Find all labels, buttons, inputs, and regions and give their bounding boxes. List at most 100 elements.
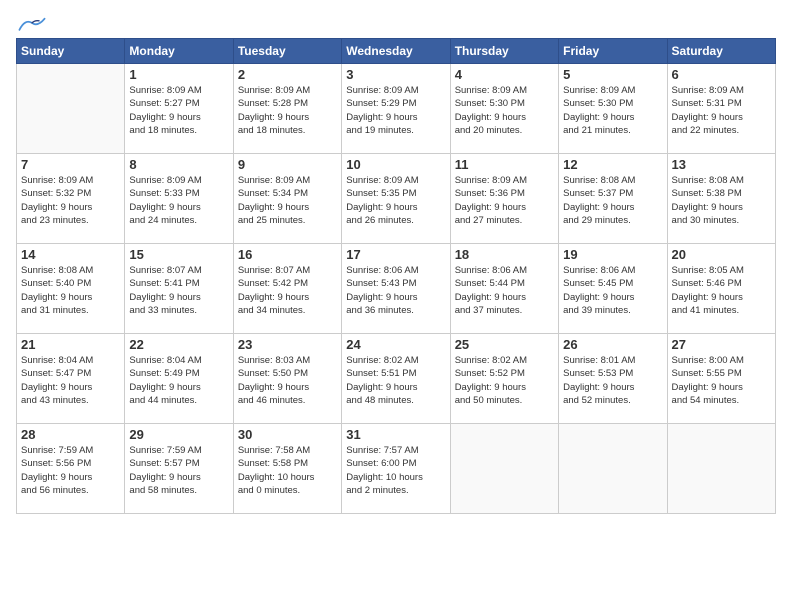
day-info: Sunrise: 8:08 AM Sunset: 5:38 PM Dayligh… xyxy=(672,174,771,227)
calendar-week-3: 14 Sunrise: 8:08 AM Sunset: 5:40 PM Dayli… xyxy=(17,244,776,334)
calendar-cell: 8Sunrise: 8:09 AM Sunset: 5:33 PM Daylig… xyxy=(125,154,233,244)
calendar-cell: 20 Sunrise: 8:05 AM Sunset: 5:46 PM Dayli… xyxy=(667,244,775,334)
calendar-cell: 11Sunrise: 8:09 AM Sunset: 5:36 PM Dayli… xyxy=(450,154,558,244)
day-number: 27 xyxy=(672,337,771,352)
day-info: Sunrise: 8:03 AM Sunset: 5:50 PM Dayligh… xyxy=(238,354,337,407)
day-number: 30 xyxy=(238,427,337,442)
calendar-cell xyxy=(450,424,558,514)
calendar-cell: 24 Sunrise: 8:02 AM Sunset: 5:51 PM Dayli… xyxy=(342,334,450,424)
calendar-cell: 12 Sunrise: 8:08 AM Sunset: 5:37 PM Dayli… xyxy=(559,154,667,244)
day-info: Sunrise: 8:08 AM Sunset: 5:40 PM Dayligh… xyxy=(21,264,120,317)
calendar-week-4: 21Sunrise: 8:04 AM Sunset: 5:47 PM Dayli… xyxy=(17,334,776,424)
calendar-cell: 28 Sunrise: 7:59 AM Sunset: 5:56 PM Dayli… xyxy=(17,424,125,514)
calendar-cell: 10 Sunrise: 8:09 AM Sunset: 5:35 PM Dayli… xyxy=(342,154,450,244)
day-number: 29 xyxy=(129,427,228,442)
day-info: Sunrise: 8:04 AM Sunset: 5:49 PM Dayligh… xyxy=(129,354,228,407)
day-number: 26 xyxy=(563,337,662,352)
calendar-cell: 9 Sunrise: 8:09 AM Sunset: 5:34 PM Daylig… xyxy=(233,154,341,244)
day-info: Sunrise: 8:05 AM Sunset: 5:46 PM Dayligh… xyxy=(672,264,771,317)
day-info: Sunrise: 8:01 AM Sunset: 5:53 PM Dayligh… xyxy=(563,354,662,407)
day-number: 4 xyxy=(455,67,554,82)
calendar-cell: 16 Sunrise: 8:07 AM Sunset: 5:42 PM Dayli… xyxy=(233,244,341,334)
day-info: Sunrise: 8:08 AM Sunset: 5:37 PM Dayligh… xyxy=(563,174,662,227)
day-info: Sunrise: 8:06 AM Sunset: 5:45 PM Dayligh… xyxy=(563,264,662,317)
day-number: 19 xyxy=(563,247,662,262)
day-info: Sunrise: 8:02 AM Sunset: 5:52 PM Dayligh… xyxy=(455,354,554,407)
day-info: Sunrise: 7:58 AM Sunset: 5:58 PM Dayligh… xyxy=(238,444,337,497)
calendar-cell xyxy=(17,64,125,154)
calendar-week-1: 1 Sunrise: 8:09 AM Sunset: 5:27 PM Daylig… xyxy=(17,64,776,154)
header-wednesday: Wednesday xyxy=(342,39,450,64)
day-number: 12 xyxy=(563,157,662,172)
calendar-week-5: 28 Sunrise: 7:59 AM Sunset: 5:56 PM Dayli… xyxy=(17,424,776,514)
day-number: 8 xyxy=(129,157,228,172)
day-number: 2 xyxy=(238,67,337,82)
day-number: 31 xyxy=(346,427,445,442)
day-info: Sunrise: 8:06 AM Sunset: 5:44 PM Dayligh… xyxy=(455,264,554,317)
day-number: 7 xyxy=(21,157,120,172)
day-number: 22 xyxy=(129,337,228,352)
calendar-cell xyxy=(559,424,667,514)
day-number: 6 xyxy=(672,67,771,82)
day-number: 10 xyxy=(346,157,445,172)
logo-bird-icon xyxy=(18,16,46,34)
day-info: Sunrise: 8:04 AM Sunset: 5:47 PM Dayligh… xyxy=(21,354,120,407)
calendar-cell: 14 Sunrise: 8:08 AM Sunset: 5:40 PM Dayli… xyxy=(17,244,125,334)
header-sunday: Sunday xyxy=(17,39,125,64)
day-info: Sunrise: 8:09 AM Sunset: 5:30 PM Dayligh… xyxy=(455,84,554,137)
calendar-cell: 22 Sunrise: 8:04 AM Sunset: 5:49 PM Dayli… xyxy=(125,334,233,424)
calendar-cell: 15 Sunrise: 8:07 AM Sunset: 5:41 PM Dayli… xyxy=(125,244,233,334)
calendar-cell: 31 Sunrise: 7:57 AM Sunset: 6:00 PM Dayli… xyxy=(342,424,450,514)
day-info: Sunrise: 8:09 AM Sunset: 5:32 PM Dayligh… xyxy=(21,174,120,227)
day-number: 20 xyxy=(672,247,771,262)
header-thursday: Thursday xyxy=(450,39,558,64)
calendar-cell: 7 Sunrise: 8:09 AM Sunset: 5:32 PM Daylig… xyxy=(17,154,125,244)
day-info: Sunrise: 8:09 AM Sunset: 5:30 PM Dayligh… xyxy=(563,84,662,137)
day-number: 1 xyxy=(129,67,228,82)
calendar-cell: 17 Sunrise: 8:06 AM Sunset: 5:43 PM Dayli… xyxy=(342,244,450,334)
day-number: 15 xyxy=(129,247,228,262)
day-info: Sunrise: 8:09 AM Sunset: 5:34 PM Dayligh… xyxy=(238,174,337,227)
day-number: 3 xyxy=(346,67,445,82)
calendar-cell: 2 Sunrise: 8:09 AM Sunset: 5:28 PM Daylig… xyxy=(233,64,341,154)
day-number: 9 xyxy=(238,157,337,172)
calendar-cell: 3 Sunrise: 8:09 AM Sunset: 5:29 PM Daylig… xyxy=(342,64,450,154)
day-info: Sunrise: 8:09 AM Sunset: 5:29 PM Dayligh… xyxy=(346,84,445,137)
calendar-cell: 30 Sunrise: 7:58 AM Sunset: 5:58 PM Dayli… xyxy=(233,424,341,514)
day-info: Sunrise: 8:09 AM Sunset: 5:28 PM Dayligh… xyxy=(238,84,337,137)
header-tuesday: Tuesday xyxy=(233,39,341,64)
day-info: Sunrise: 7:59 AM Sunset: 5:57 PM Dayligh… xyxy=(129,444,228,497)
calendar-cell: 13Sunrise: 8:08 AM Sunset: 5:38 PM Dayli… xyxy=(667,154,775,244)
day-info: Sunrise: 8:09 AM Sunset: 5:31 PM Dayligh… xyxy=(672,84,771,137)
day-info: Sunrise: 8:07 AM Sunset: 5:41 PM Dayligh… xyxy=(129,264,228,317)
day-number: 25 xyxy=(455,337,554,352)
day-number: 16 xyxy=(238,247,337,262)
day-number: 18 xyxy=(455,247,554,262)
day-number: 23 xyxy=(238,337,337,352)
day-number: 28 xyxy=(21,427,120,442)
calendar-cell: 25 Sunrise: 8:02 AM Sunset: 5:52 PM Dayli… xyxy=(450,334,558,424)
day-number: 14 xyxy=(21,247,120,262)
calendar-week-2: 7 Sunrise: 8:09 AM Sunset: 5:32 PM Daylig… xyxy=(17,154,776,244)
calendar-cell: 6 Sunrise: 8:09 AM Sunset: 5:31 PM Daylig… xyxy=(667,64,775,154)
header-friday: Friday xyxy=(559,39,667,64)
calendar-cell: 29 Sunrise: 7:59 AM Sunset: 5:57 PM Dayli… xyxy=(125,424,233,514)
day-info: Sunrise: 7:57 AM Sunset: 6:00 PM Dayligh… xyxy=(346,444,445,497)
day-info: Sunrise: 8:09 AM Sunset: 5:27 PM Dayligh… xyxy=(129,84,228,137)
header-saturday: Saturday xyxy=(667,39,775,64)
day-info: Sunrise: 8:02 AM Sunset: 5:51 PM Dayligh… xyxy=(346,354,445,407)
day-info: Sunrise: 8:07 AM Sunset: 5:42 PM Dayligh… xyxy=(238,264,337,317)
day-info: Sunrise: 8:09 AM Sunset: 5:35 PM Dayligh… xyxy=(346,174,445,227)
calendar-cell: 1 Sunrise: 8:09 AM Sunset: 5:27 PM Daylig… xyxy=(125,64,233,154)
calendar-cell: 18 Sunrise: 8:06 AM Sunset: 5:44 PM Dayli… xyxy=(450,244,558,334)
calendar-cell: 21Sunrise: 8:04 AM Sunset: 5:47 PM Dayli… xyxy=(17,334,125,424)
calendar-cell: 5Sunrise: 8:09 AM Sunset: 5:30 PM Daylig… xyxy=(559,64,667,154)
day-info: Sunrise: 8:00 AM Sunset: 5:55 PM Dayligh… xyxy=(672,354,771,407)
calendar-table: SundayMondayTuesdayWednesdayThursdayFrid… xyxy=(16,38,776,514)
day-info: Sunrise: 8:06 AM Sunset: 5:43 PM Dayligh… xyxy=(346,264,445,317)
day-number: 17 xyxy=(346,247,445,262)
day-number: 11 xyxy=(455,157,554,172)
day-number: 24 xyxy=(346,337,445,352)
day-info: Sunrise: 7:59 AM Sunset: 5:56 PM Dayligh… xyxy=(21,444,120,497)
calendar-header-row: SundayMondayTuesdayWednesdayThursdayFrid… xyxy=(17,39,776,64)
